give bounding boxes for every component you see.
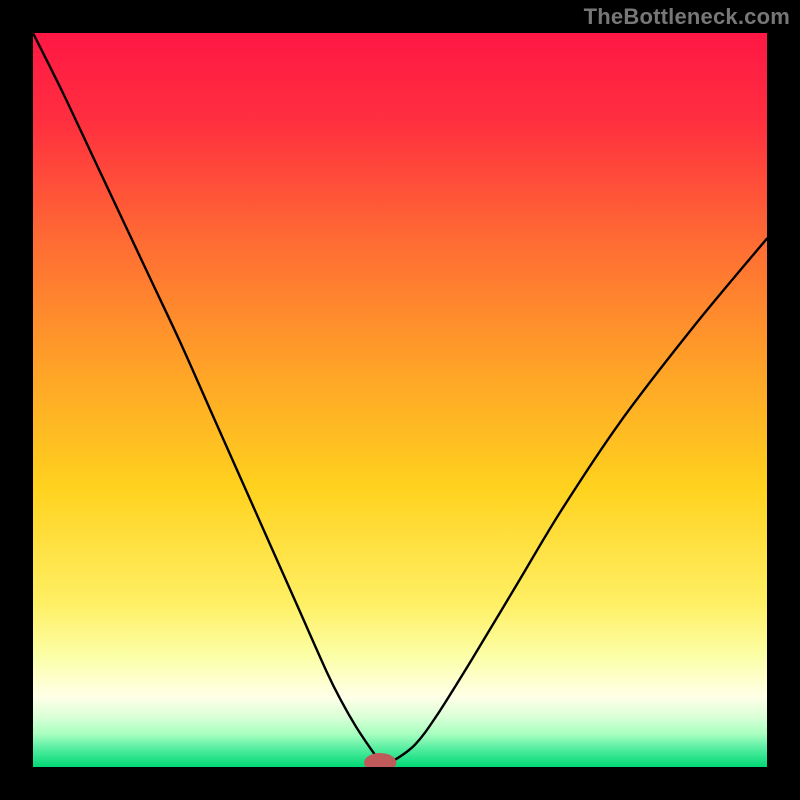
gradient-background (33, 33, 767, 767)
chart-frame: TheBottleneck.com (0, 0, 800, 800)
plot-area (33, 33, 767, 767)
watermark-text: TheBottleneck.com (584, 4, 790, 30)
chart-svg (33, 33, 767, 767)
